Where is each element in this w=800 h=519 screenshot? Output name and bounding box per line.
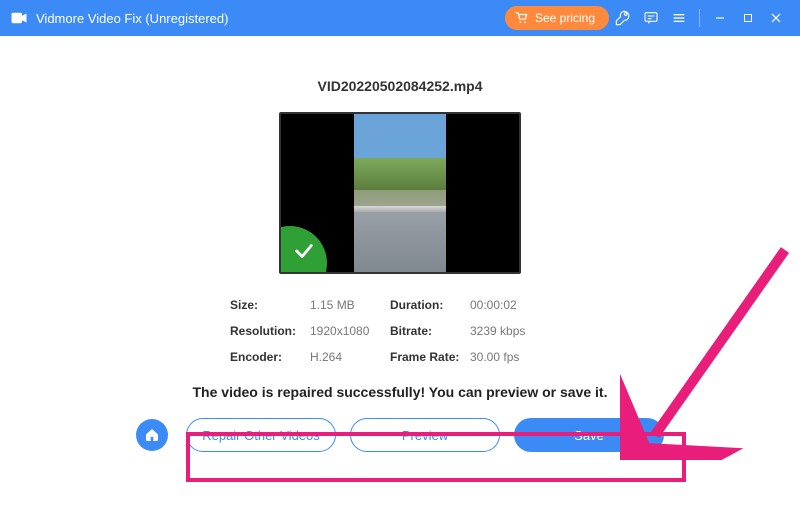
home-button[interactable] [136,419,168,451]
meta-size-label: Size: [230,298,310,312]
checkmark-icon [293,240,315,262]
menu-icon[interactable] [665,4,693,32]
meta-bitrate-value: 3239 kbps [470,324,550,338]
home-icon [144,427,160,443]
metadata-grid: Size: 1.15 MB Duration: 00:00:02 Resolut… [230,298,570,364]
filename-label: VID20220502084252.mp4 [0,78,800,94]
success-badge [279,226,327,274]
save-button[interactable]: Save [514,418,664,452]
action-row: Repair Other Videos Preview Save [0,418,800,452]
titlebar: Vidmore Video Fix (Unregistered) See pri… [0,0,800,36]
close-button[interactable] [762,4,790,32]
meta-encoder-label: Encoder: [230,350,310,364]
app-logo-icon [10,9,28,27]
titlebar-divider [699,9,700,27]
meta-bitrate-label: Bitrate: [390,324,470,338]
status-message: The video is repaired successfully! You … [0,384,800,400]
cart-icon [515,11,529,25]
meta-size-value: 1.15 MB [310,298,390,312]
meta-resolution-value: 1920x1080 [310,324,390,338]
see-pricing-label: See pricing [535,11,595,25]
minimize-button[interactable] [706,4,734,32]
repair-other-videos-button[interactable]: Repair Other Videos [186,418,336,452]
maximize-button[interactable] [734,4,762,32]
key-icon[interactable] [609,4,637,32]
see-pricing-button[interactable]: See pricing [505,6,609,30]
video-thumbnail [354,114,446,272]
preview-button[interactable]: Preview [350,418,500,452]
meta-framerate-value: 30.00 fps [470,350,550,364]
meta-framerate-label: Frame Rate: [390,350,470,364]
app-title: Vidmore Video Fix (Unregistered) [36,11,228,26]
meta-resolution-label: Resolution: [230,324,310,338]
feedback-icon[interactable] [637,4,665,32]
video-preview[interactable] [279,112,521,274]
meta-duration-value: 00:00:02 [470,298,550,312]
meta-encoder-value: H.264 [310,350,390,364]
main-content: VID20220502084252.mp4 Size: 1.15 MB Dura… [0,36,800,452]
meta-duration-label: Duration: [390,298,470,312]
